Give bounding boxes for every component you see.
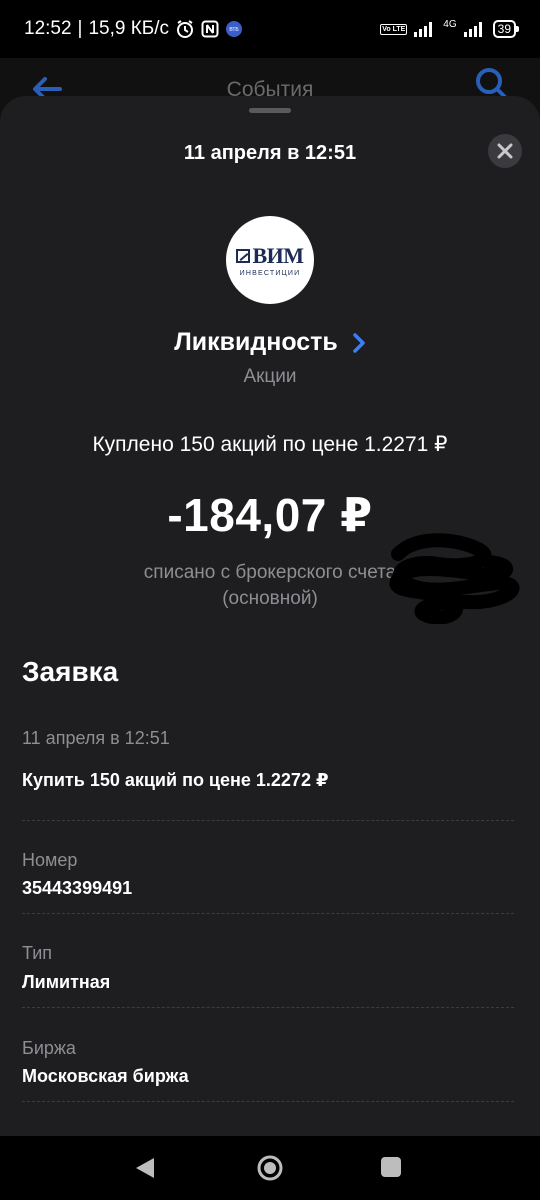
nfc-icon xyxy=(201,20,219,38)
divider xyxy=(22,913,514,914)
order-number-value: 35443399491 xyxy=(22,878,133,898)
exchange-value: Московская биржа xyxy=(22,1066,189,1086)
fund-type: Акции xyxy=(243,366,297,387)
nav-back-icon[interactable] xyxy=(134,1156,156,1180)
order-description: Купить 150 акций по цене 1.2272 ₽ xyxy=(22,770,329,790)
divider xyxy=(22,820,514,821)
trade-description: Куплено 150 акций по цене 1.2271 ₽ xyxy=(92,433,448,456)
close-button[interactable] xyxy=(488,134,522,168)
chevron-right-icon xyxy=(353,332,365,353)
status-separator: | xyxy=(77,18,83,39)
divider xyxy=(22,1101,514,1102)
sheet-drag-handle[interactable] xyxy=(249,108,291,113)
divider xyxy=(22,1007,514,1008)
logo-top: ВИМ xyxy=(236,243,304,269)
nav-recents-icon[interactable] xyxy=(381,1157,401,1177)
network-type: 4G xyxy=(443,18,457,30)
svg-text:ВТБ: ВТБ xyxy=(229,27,239,33)
vtb-app-icon: ВТБ xyxy=(226,21,243,37)
alarm-icon xyxy=(177,20,194,38)
signal-icon xyxy=(414,22,433,37)
order-section-title: Заявка xyxy=(22,656,119,687)
exchange-label: Биржа xyxy=(22,1038,76,1058)
status-bar: 12:52 | 15,9 КБ/с ВТБ Vo LTE 4G 39 xyxy=(0,0,540,58)
event-details-sheet: 11 апреля в 12:51 ВИМ ИНВЕСТИЦИИ Ликвидн… xyxy=(0,96,540,1136)
battery-indicator: 39 xyxy=(492,20,520,38)
status-speed: 15,9 КБ/с xyxy=(88,18,170,39)
order-number-label: Номер xyxy=(22,850,78,870)
logo-subtitle: ИНВЕСТИЦИИ xyxy=(239,270,301,277)
status-left: 12:52 | 15,9 КБ/с ВТБ xyxy=(24,18,243,40)
nav-home-icon[interactable] xyxy=(256,1154,284,1182)
status-right: Vo LTE 4G 39 xyxy=(380,18,520,38)
signal-2-icon xyxy=(463,22,482,37)
order-type-label: Тип xyxy=(22,943,53,963)
redaction-scribble xyxy=(389,533,520,624)
fund-name: Ликвидность xyxy=(174,328,338,356)
status-time: 12:52 xyxy=(24,18,72,39)
order-type-value: Лимитная xyxy=(22,972,111,992)
fund-name-link[interactable]: Ликвидность xyxy=(0,328,540,357)
close-icon xyxy=(497,143,513,159)
logo-brand: ВИМ xyxy=(252,243,304,268)
order-date: 11 апреля в 12:51 xyxy=(22,728,170,748)
fund-logo: ВИМ ИНВЕСТИЦИИ xyxy=(226,216,314,304)
sheet-date: 11 апреля в 12:51 xyxy=(183,142,357,164)
system-nav-bar xyxy=(0,1136,540,1200)
volte-badge: Vo LTE xyxy=(380,23,408,35)
logo-mark-icon xyxy=(236,249,251,263)
